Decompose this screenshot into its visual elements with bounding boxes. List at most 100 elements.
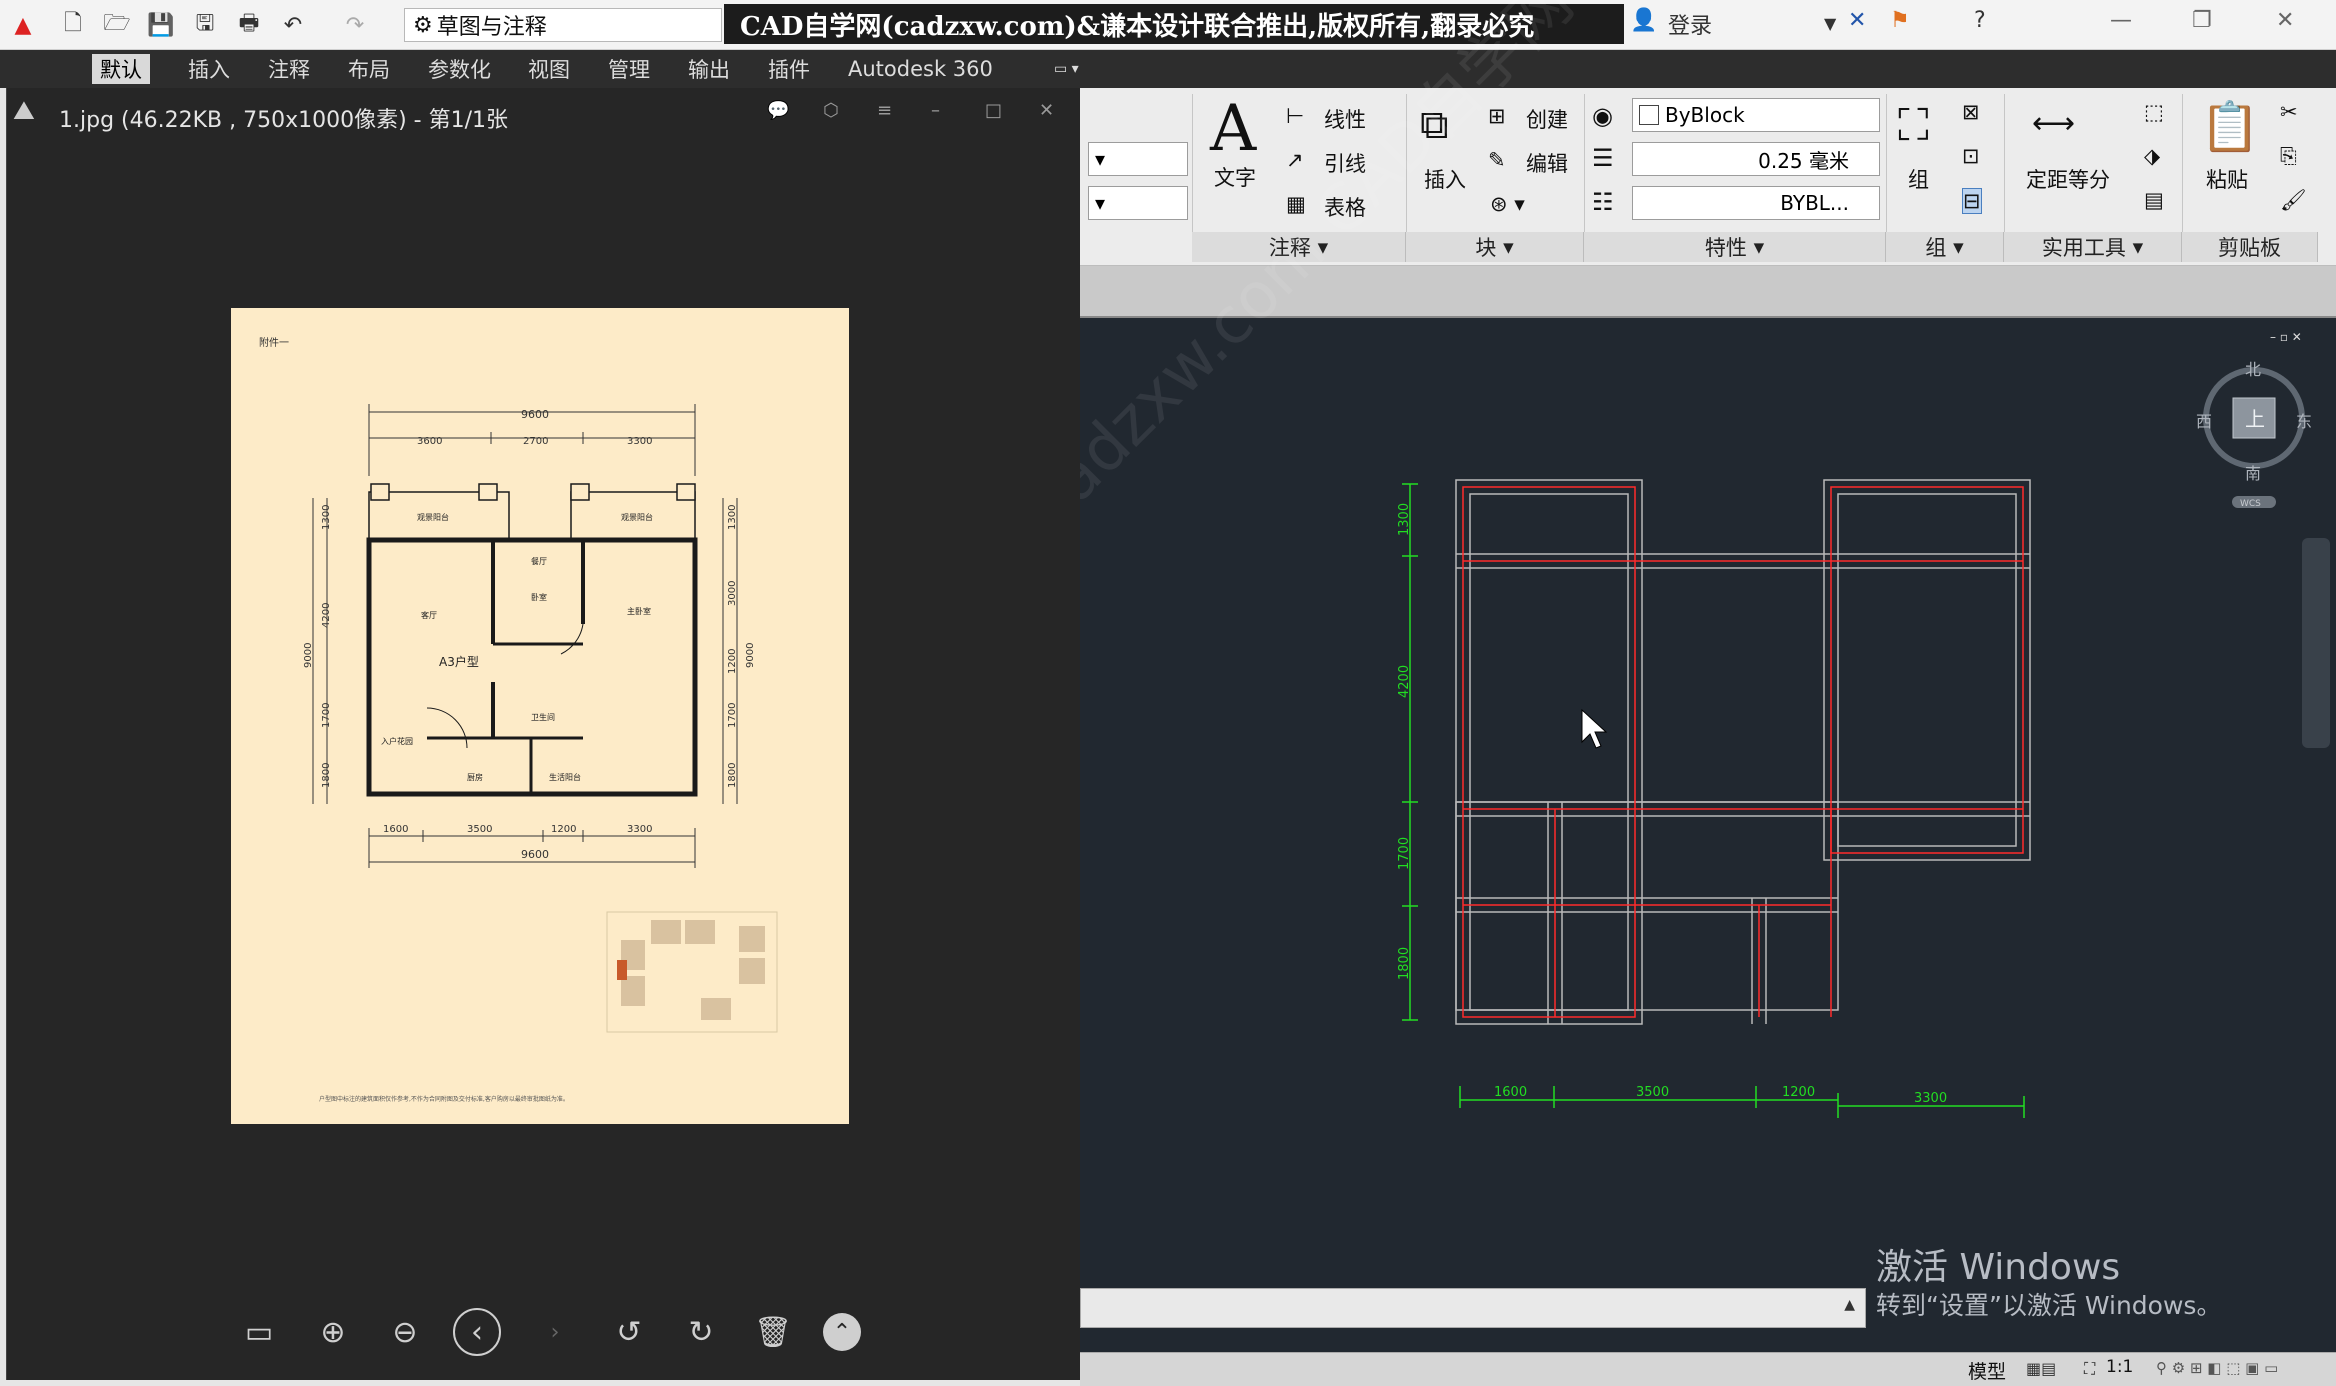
new-file-icon[interactable]: 🗋 bbox=[58, 10, 88, 40]
select-similar-icon[interactable]: ⬗ bbox=[2144, 144, 2160, 168]
viewer-close-icon[interactable]: ✕ bbox=[1039, 100, 1054, 121]
panel-group[interactable]: 组 ▾ bbox=[1886, 232, 2004, 262]
fit-window-icon[interactable]: ▭ bbox=[235, 1308, 283, 1356]
panel-clipboard[interactable]: 剪贴板 bbox=[2182, 232, 2318, 262]
copy-icon[interactable]: ⎘ bbox=[2280, 144, 2297, 169]
cut-icon[interactable]: ✂ bbox=[2280, 100, 2298, 124]
exchange-icon[interactable]: ✕ bbox=[1848, 8, 1866, 33]
undo-icon[interactable]: ↶ bbox=[278, 10, 308, 40]
quick-select-icon[interactable]: ⬚ bbox=[2144, 100, 2164, 124]
status-bar: 模型 ▦▤ ⛶ 1:1 ⚲ ⚙ ⊞ ◧ ⬚ ▣ ▭ bbox=[1080, 1352, 2336, 1386]
measure-button[interactable]: 定距等分 bbox=[2026, 164, 2110, 194]
more-icon[interactable]: ⌃ bbox=[823, 1313, 861, 1351]
color-dropdown[interactable]: ByBlock bbox=[1632, 98, 1880, 132]
rotate-left-icon[interactable]: ↺ bbox=[605, 1308, 653, 1356]
layout-icons[interactable]: ▦▤ bbox=[2026, 1359, 2056, 1378]
tab-plugins[interactable]: 插件 bbox=[760, 54, 818, 84]
open-file-icon[interactable]: 🗁 bbox=[102, 10, 132, 40]
group-button[interactable]: 组 bbox=[1908, 164, 1929, 194]
tab-insert[interactable]: 插入 bbox=[180, 54, 238, 84]
tab-default[interactable]: 默认 bbox=[92, 54, 150, 84]
annotation-scale[interactable]: 1:1 bbox=[2106, 1357, 2133, 1377]
chevron-down-icon[interactable]: ▼ bbox=[1824, 14, 1836, 33]
save-icon[interactable]: 💾 bbox=[146, 10, 176, 40]
layer-dropdown[interactable]: ▾ bbox=[1088, 142, 1188, 176]
status-tray-icons[interactable]: ⚲ ⚙ ⊞ ◧ ⬚ ▣ ▭ bbox=[2156, 1359, 2278, 1377]
navigation-bar bbox=[2302, 538, 2330, 748]
lineweight-dropdown[interactable]: 0.25 毫米 bbox=[1632, 142, 1880, 176]
edit-block-button[interactable]: 编辑 bbox=[1526, 148, 1568, 178]
edit-block-icon[interactable]: ✎ bbox=[1488, 148, 1506, 172]
panel-block[interactable]: 块 ▾ bbox=[1406, 232, 1584, 262]
measure-icon[interactable]: ⟷ bbox=[2032, 106, 2075, 141]
activation-title: 激活 Windows bbox=[1876, 1247, 2121, 1288]
zoom-in-icon[interactable]: ⊕ bbox=[309, 1308, 357, 1356]
model-space-canvas[interactable]: 1300 4200 1700 1800 1600 3500 1200 3300 … bbox=[1080, 318, 2336, 1352]
hdim-1600: 1600 bbox=[1494, 1085, 1527, 1100]
user-icon[interactable]: 👤 bbox=[1630, 8, 1657, 33]
tab-manage[interactable]: 管理 bbox=[600, 54, 658, 84]
layer-dropdown-2[interactable]: ▾ bbox=[1088, 186, 1188, 220]
match-properties-icon[interactable]: 🖌 bbox=[2280, 188, 2307, 213]
linear-dim-icon[interactable]: ⊢ bbox=[1286, 104, 1304, 128]
login-link[interactable]: 登录 bbox=[1668, 8, 1712, 40]
model-tab[interactable]: 模型 bbox=[1968, 1357, 2006, 1384]
skin-icon[interactable]: ⬡ bbox=[823, 100, 839, 121]
right-dim-2: 3000 bbox=[727, 581, 738, 606]
redo-icon[interactable]: ↷ bbox=[340, 10, 370, 40]
text-icon[interactable]: A bbox=[1210, 92, 1256, 166]
save-as-icon[interactable]: 🖫 bbox=[190, 10, 220, 40]
group-select-icon[interactable]: ⊟ bbox=[1962, 188, 1982, 214]
close-icon[interactable]: ✕ bbox=[2276, 8, 2294, 33]
ungroup-icon[interactable]: ⊠ bbox=[1962, 100, 1980, 124]
tab-annotate[interactable]: 注释 bbox=[260, 54, 318, 84]
viewer-minimize-icon[interactable]: – bbox=[931, 100, 940, 121]
ribbon-toggle-icon[interactable]: ▭ ▾ bbox=[1046, 54, 1087, 84]
color-wheel-icon[interactable]: ◉ bbox=[1592, 102, 1613, 130]
annotation-scale-icon[interactable]: ⛶ bbox=[2084, 1359, 2095, 1379]
group-icon[interactable]: ⛶ bbox=[1898, 100, 1929, 151]
chevron-up-icon[interactable]: ▲ bbox=[1844, 1297, 1855, 1313]
viewport-controls[interactable]: – ▫ ✕ bbox=[2270, 330, 2302, 344]
room-balcony-2: 观景阳台 bbox=[621, 512, 653, 522]
help-button[interactable]: ? bbox=[1974, 8, 1986, 33]
panel-utilities[interactable]: 实用工具 ▾ bbox=[2004, 232, 2182, 262]
delete-icon[interactable]: 🗑 bbox=[749, 1308, 797, 1356]
create-block-button[interactable]: 创建 bbox=[1526, 104, 1568, 134]
command-line[interactable]: ▲ bbox=[1080, 1288, 1866, 1328]
group-edit-icon[interactable]: ⊡ bbox=[1962, 144, 1980, 168]
autodesk-app-icon[interactable]: ⚑ bbox=[1890, 8, 1910, 33]
calculator-icon[interactable]: ▤ bbox=[2144, 188, 2164, 212]
autocad-logo-icon[interactable]: ▲ bbox=[8, 10, 38, 40]
menu-icon[interactable]: ≡ bbox=[877, 100, 892, 121]
rotate-right-icon[interactable]: ↻ bbox=[677, 1308, 725, 1356]
vdim-4200: 4200 bbox=[1397, 665, 1412, 698]
text-button-label[interactable]: 文字 bbox=[1214, 162, 1256, 192]
bottom-total: 9600 bbox=[521, 848, 549, 861]
paste-icon[interactable]: 📋 bbox=[2200, 98, 2260, 155]
viewer-maximize-icon[interactable]: □ bbox=[985, 100, 1002, 121]
plot-icon[interactable]: 🖶 bbox=[234, 10, 264, 40]
previous-icon[interactable]: ‹ bbox=[453, 1308, 501, 1356]
tab-view[interactable]: 视图 bbox=[520, 54, 578, 84]
right-dim-3: 1200 bbox=[727, 649, 738, 674]
room-dining: 餐厅 bbox=[531, 557, 547, 566]
restore-icon[interactable]: ❐ bbox=[2192, 8, 2212, 33]
tab-autodesk360[interactable]: Autodesk 360 bbox=[840, 54, 1001, 84]
next-icon[interactable]: › bbox=[531, 1308, 579, 1356]
linetype-dropdown[interactable]: BYBL... bbox=[1632, 186, 1880, 220]
leader-icon[interactable]: ↗ bbox=[1286, 148, 1304, 172]
workspace-dropdown[interactable]: ⚙ 草图与注释 bbox=[404, 8, 722, 42]
zoom-out-icon[interactable]: ⊖ bbox=[381, 1308, 429, 1356]
panel-properties[interactable]: 特性 ▾ bbox=[1584, 232, 1886, 262]
viewer-app-icon: ⛰ bbox=[13, 96, 35, 126]
tab-output[interactable]: 输出 bbox=[680, 54, 738, 84]
minimize-icon[interactable]: — bbox=[2110, 8, 2132, 33]
tab-layout[interactable]: 布局 bbox=[340, 54, 398, 84]
top-total: 9600 bbox=[521, 408, 549, 421]
paste-button[interactable]: 粘贴 bbox=[2206, 164, 2248, 194]
tab-parametric[interactable]: 参数化 bbox=[420, 54, 499, 84]
comment-icon[interactable]: 💬 bbox=[767, 100, 789, 121]
right-dim-4: 1700 bbox=[727, 703, 738, 728]
block-attr-icon[interactable]: ⊛ ▾ bbox=[1490, 192, 1525, 216]
